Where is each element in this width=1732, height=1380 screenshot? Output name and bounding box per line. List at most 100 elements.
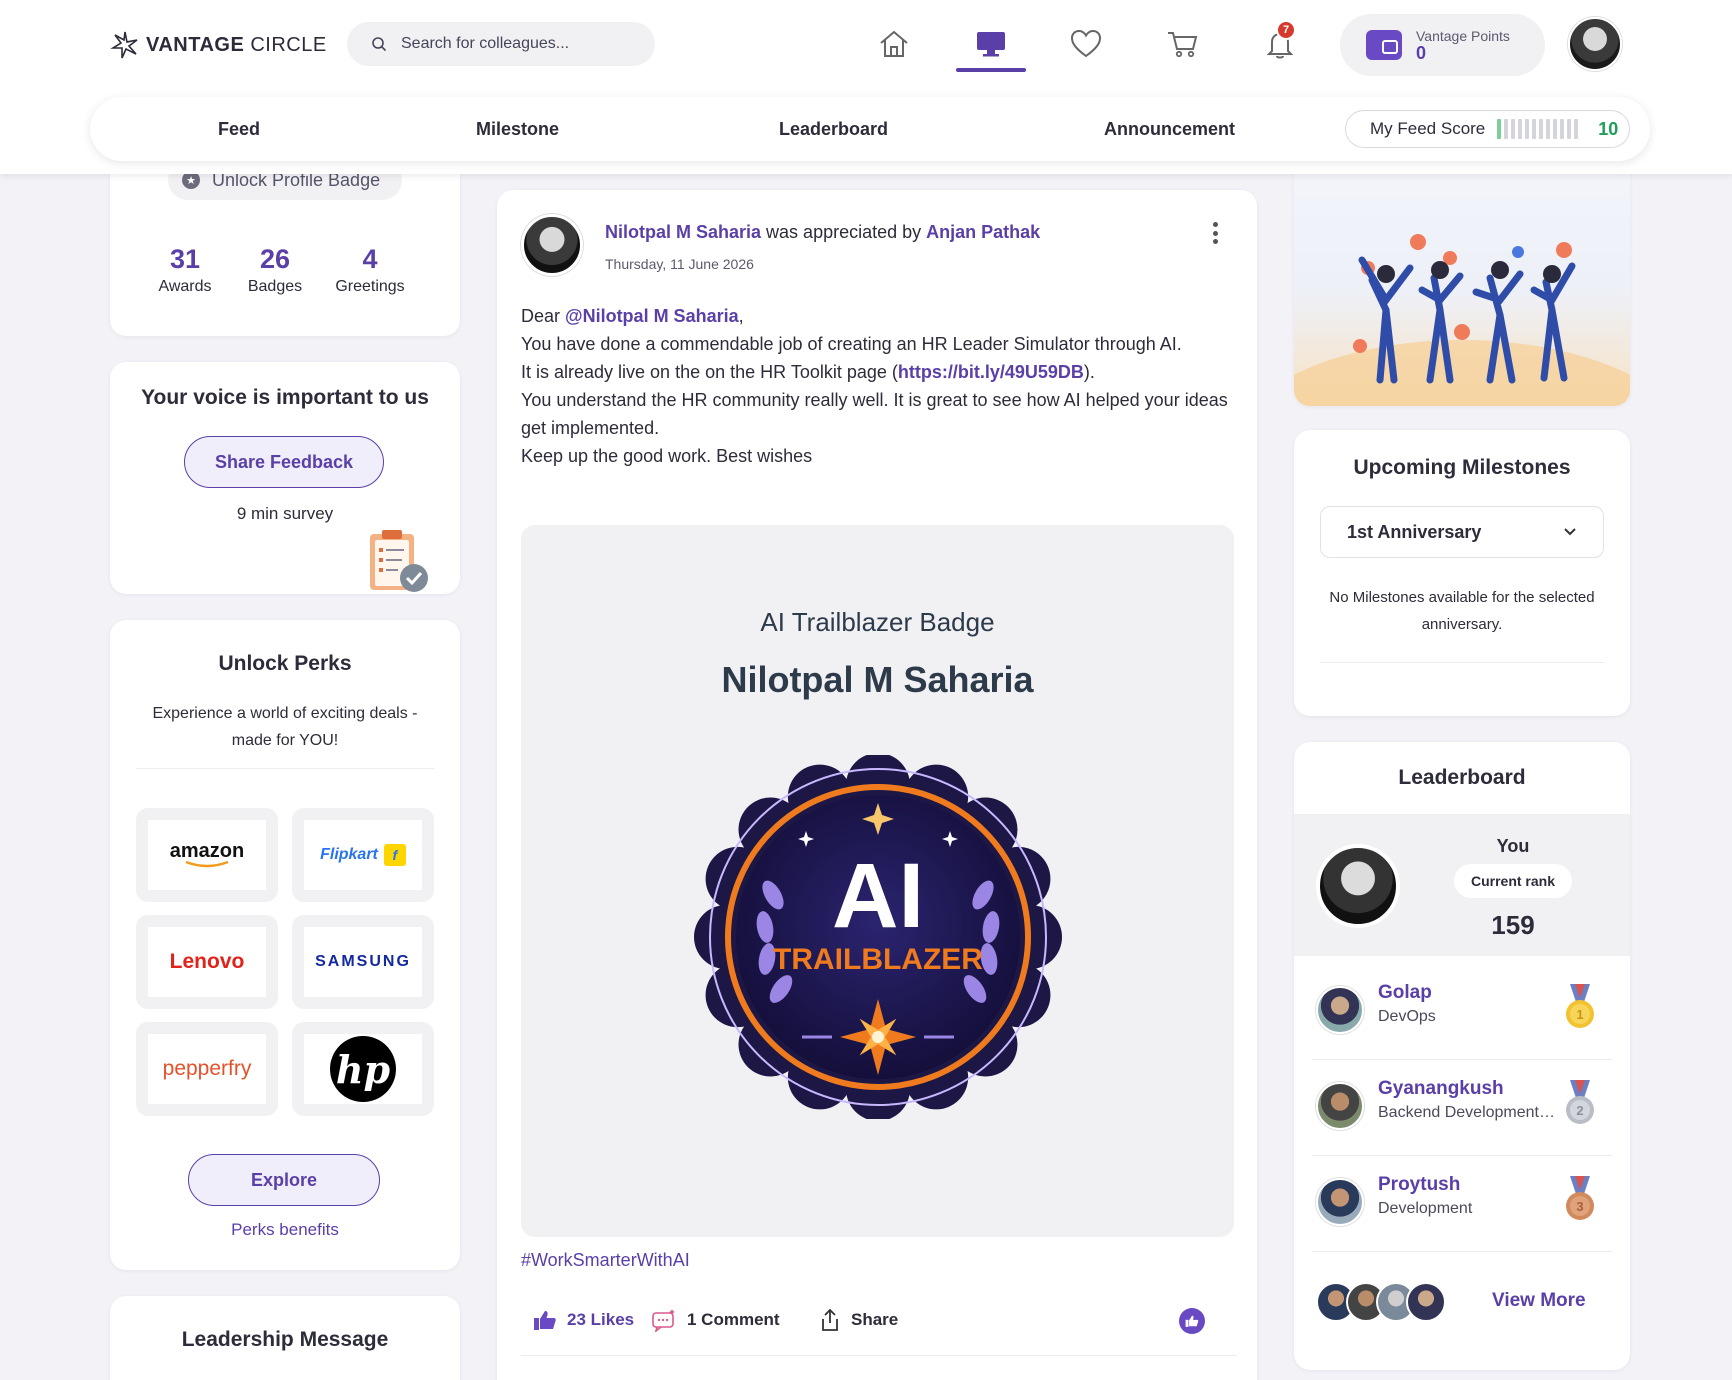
mention-link[interactable]: @Nilotpal M Saharia bbox=[565, 306, 739, 326]
stat-awards[interactable]: 31 Awards bbox=[150, 244, 220, 296]
toolkit-link[interactable]: https://bit.ly/49U59DB bbox=[898, 362, 1084, 382]
divider bbox=[1320, 662, 1604, 663]
nav-cart[interactable] bbox=[1161, 22, 1205, 66]
appreciator-link[interactable]: Anjan Pathak bbox=[926, 222, 1040, 242]
heart-icon bbox=[1070, 29, 1102, 58]
stat-number: 31 bbox=[169, 244, 201, 274]
you-label: You bbox=[1496, 836, 1530, 856]
leaderboard-title: Leaderboard bbox=[1398, 766, 1526, 789]
leaderboard-card: Leaderboard You Current rank 159 Golap D… bbox=[1294, 742, 1630, 1370]
nav-home[interactable] bbox=[872, 22, 916, 66]
leadership-message-card: Leadership Message bbox=[110, 1296, 460, 1380]
message-line-3: You understand the HR community really w… bbox=[521, 390, 1228, 438]
stat-label: Awards bbox=[158, 278, 212, 295]
search-input-placeholder[interactable]: Search for colleagues... bbox=[401, 35, 569, 53]
search-icon bbox=[372, 37, 387, 52]
leader-name[interactable]: Proytush bbox=[1378, 1174, 1460, 1196]
brand-tile-amazon[interactable]: amazon bbox=[136, 808, 278, 902]
stat-label: Badges bbox=[247, 278, 303, 295]
logo-text-bold: VANTAGE bbox=[146, 33, 245, 56]
lenovo-logo: Lenovo bbox=[148, 927, 266, 997]
badge-art-trailblazer-text: TRAILBLAZER bbox=[773, 943, 983, 976]
user-avatar[interactable] bbox=[1568, 17, 1622, 71]
brand-tile-lenovo[interactable]: Lenovo bbox=[136, 915, 278, 1009]
celebrating-team-illustration bbox=[1294, 150, 1630, 406]
brand-tile-hp[interactable]: hp bbox=[292, 1022, 434, 1116]
leader-avatar[interactable] bbox=[1316, 1082, 1364, 1130]
brand-tile-flipkart[interactable]: Flipkart f bbox=[292, 808, 434, 902]
leaderboard-row[interactable]: Proytush Development 3 bbox=[1312, 1156, 1612, 1252]
feed-subnav: Feed Milestone Leaderboard Announcement … bbox=[90, 97, 1650, 161]
svg-text:2: 2 bbox=[1576, 1103, 1583, 1118]
stat-greetings[interactable]: 4 Greetings bbox=[330, 244, 410, 296]
like-button[interactable]: 23 Likes bbox=[533, 1300, 634, 1340]
stat-badges[interactable]: 26 Badges bbox=[240, 244, 310, 296]
comment-button[interactable]: 1 Comment bbox=[651, 1300, 780, 1340]
points-value: 0 bbox=[1416, 43, 1427, 63]
share-button[interactable]: Share bbox=[819, 1300, 898, 1340]
perks-description: Experience a world of exciting deals - m… bbox=[152, 705, 418, 749]
vantage-circle-logo[interactable]: VANTAGE CIRCLE bbox=[110, 30, 327, 60]
perks-benefits-link[interactable]: Perks benefits bbox=[110, 1220, 460, 1240]
vantage-points-widget[interactable]: Vantage Points 0 bbox=[1340, 14, 1545, 76]
feed-score-widget[interactable]: My Feed Score 10 bbox=[1345, 110, 1630, 148]
view-more-link[interactable]: View More bbox=[1492, 1290, 1586, 1312]
message-line-2-suffix: ). bbox=[1083, 362, 1095, 382]
leaderboard-row[interactable]: Golap DevOps 1 bbox=[1312, 964, 1612, 1060]
ai-trailblazer-badge-image: AI TRAILBLAZER bbox=[694, 755, 1062, 1119]
share-label: Share bbox=[851, 1310, 899, 1329]
upcoming-milestones-card: Upcoming Milestones 1st Anniversary No M… bbox=[1294, 430, 1630, 716]
post-author-avatar[interactable] bbox=[521, 214, 583, 276]
likes-count: 23 Likes bbox=[567, 1310, 635, 1329]
tab-feed[interactable]: Feed bbox=[218, 97, 260, 161]
my-avatar[interactable] bbox=[1316, 844, 1400, 928]
current-rank-value: 159 bbox=[1491, 910, 1535, 940]
feed-score-bar bbox=[1567, 119, 1572, 139]
flipkart-logo: Flipkart bbox=[320, 846, 378, 863]
leader-name[interactable]: Gyanangkush bbox=[1378, 1078, 1504, 1100]
feed-score-bar bbox=[1504, 119, 1509, 139]
post-more-menu-icon[interactable] bbox=[1205, 220, 1225, 246]
hp-logo: hp bbox=[330, 1036, 396, 1102]
promo-banner-image[interactable] bbox=[1294, 150, 1630, 406]
tab-announcement[interactable]: Announcement bbox=[1104, 97, 1235, 161]
feed-score-bar bbox=[1553, 119, 1558, 139]
stat-label: Greetings bbox=[335, 278, 405, 295]
tab-milestone[interactable]: Milestone bbox=[476, 97, 559, 161]
search-bar[interactable]: Search for colleagues... bbox=[347, 22, 655, 66]
perks-title: Unlock Perks bbox=[218, 652, 352, 675]
stat-number: 4 bbox=[362, 244, 378, 274]
notification-count-badge: 7 bbox=[1276, 20, 1296, 40]
leader-name[interactable]: Golap bbox=[1378, 982, 1432, 1004]
logo-star-icon bbox=[110, 31, 138, 59]
badge-recipient-name: Nilotpal M Saharia bbox=[721, 659, 1034, 700]
amazon-logo: amazon bbox=[169, 840, 245, 862]
feed-score-bar bbox=[1546, 119, 1551, 139]
share-feedback-button[interactable]: Share Feedback bbox=[184, 436, 384, 488]
tab-leaderboard[interactable]: Leaderboard bbox=[779, 97, 888, 161]
brand-tile-pepperfry[interactable]: pepperfry bbox=[136, 1022, 278, 1116]
brand-tile-samsung[interactable]: SAMSUNG bbox=[292, 915, 434, 1009]
post-hashtag[interactable]: #WorkSmarterWithAI bbox=[521, 1250, 690, 1271]
feed-score-bar bbox=[1560, 119, 1565, 139]
appreciation-verb: was appreciated by bbox=[761, 222, 927, 242]
explore-perks-button[interactable]: Explore bbox=[188, 1154, 380, 1206]
leadership-title: Leadership Message bbox=[181, 1328, 389, 1351]
feed-score-bar bbox=[1532, 119, 1537, 139]
feed-score-bar bbox=[1574, 119, 1579, 139]
leader-role: Backend Development… bbox=[1378, 1104, 1555, 1121]
milestones-empty-message: No Milestones available for the selected… bbox=[1329, 589, 1595, 633]
anniversary-select[interactable]: 1st Anniversary bbox=[1320, 506, 1604, 558]
author-link[interactable]: Nilotpal M Saharia bbox=[605, 222, 761, 242]
badge-art-ai-text: AI bbox=[832, 845, 924, 947]
divider bbox=[136, 768, 434, 769]
nav-feed[interactable] bbox=[969, 22, 1013, 66]
nav-appreciation[interactable] bbox=[1064, 22, 1108, 66]
message-line-1: You have done a commendable job of creat… bbox=[521, 334, 1182, 354]
feed-score-bar bbox=[1525, 119, 1530, 139]
leader-avatar[interactable] bbox=[1316, 986, 1364, 1034]
leaderboard-row[interactable]: Gyanangkush Backend Development… 2 bbox=[1312, 1060, 1612, 1156]
feed-score-bar bbox=[1511, 119, 1516, 139]
leader-avatar[interactable] bbox=[1316, 1178, 1364, 1226]
reaction-icon[interactable] bbox=[1179, 1308, 1205, 1334]
